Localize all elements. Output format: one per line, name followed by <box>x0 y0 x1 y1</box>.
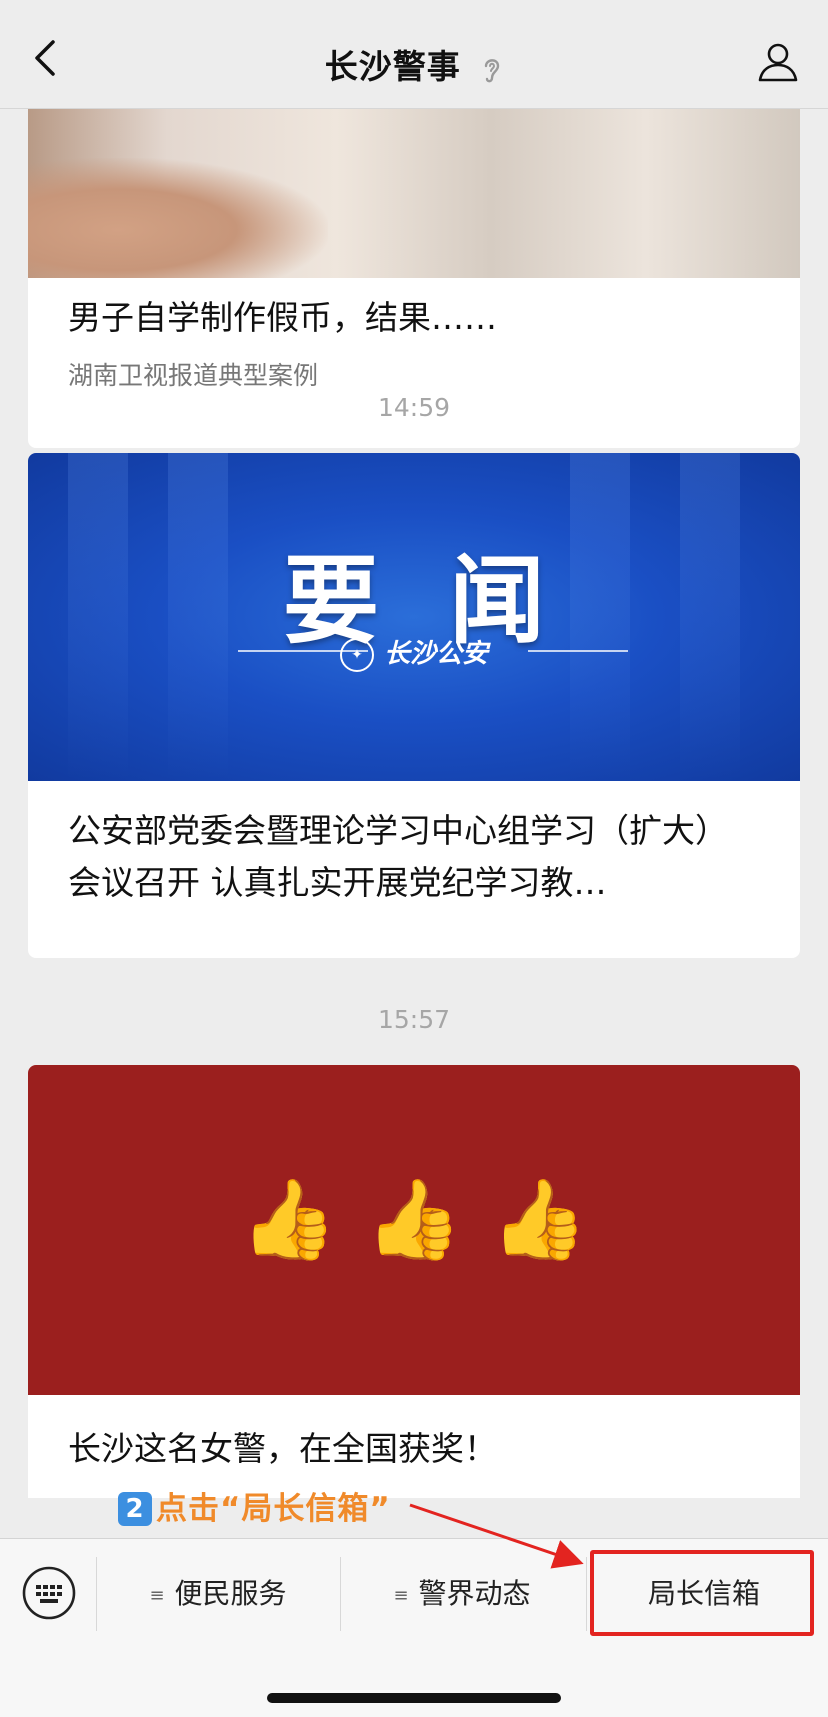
annotation-text: 点击“局长信箱” <box>156 1491 391 1527</box>
tutorial-annotation: 2 点击“局长信箱” <box>118 1483 391 1528</box>
annotation-arrow-icon <box>409 1503 584 1569</box>
step-number-badge: 2 <box>118 1492 152 1526</box>
annotation-highlight-box <box>590 1550 814 1636</box>
